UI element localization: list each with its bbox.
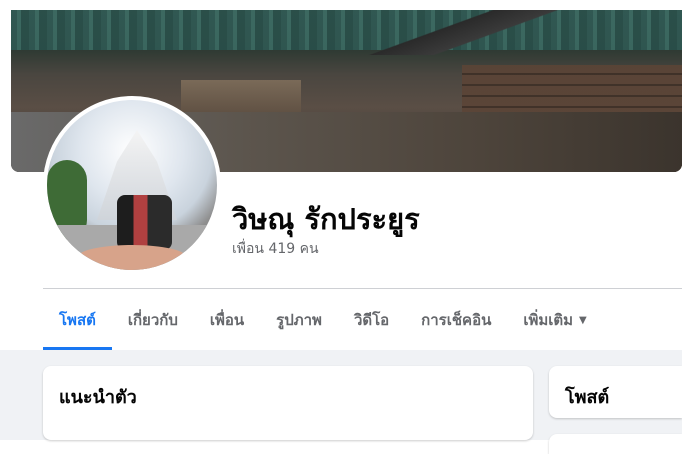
tab-label: การเช็คอิน: [421, 311, 492, 329]
tab-check-ins[interactable]: การเช็คอิน: [405, 290, 507, 350]
profile-name: วิษณุ รักประยูร: [232, 202, 420, 236]
tab-label: เพิ่มเติม: [523, 311, 574, 329]
tab-label: วิดีโอ: [353, 311, 390, 329]
intro-card: แนะนำตัว: [43, 366, 533, 440]
tab-more[interactable]: เพิ่มเติม ▼: [507, 290, 602, 350]
tab-label: รูปภาพ: [276, 311, 322, 329]
profile-tabs: โพสต์ เกี่ยวกับ เพื่อน รูปภาพ วิดีโอ การ…: [43, 290, 603, 350]
tab-videos[interactable]: วิดีโอ: [338, 290, 405, 350]
tab-friends[interactable]: เพื่อน: [194, 290, 260, 350]
tab-about[interactable]: เกี่ยวกับ: [112, 290, 194, 350]
cover-photo-bridge: [362, 10, 562, 55]
tab-posts[interactable]: โพสต์: [43, 290, 112, 350]
avatar-people: [117, 195, 172, 250]
chevron-down-icon: ▼: [579, 314, 587, 326]
tab-photos[interactable]: รูปภาพ: [260, 290, 338, 350]
profile-avatar[interactable]: [43, 96, 221, 274]
profile-content-area: แนะนำตัว โพสต์: [0, 350, 682, 454]
cover-photo-background: [11, 10, 682, 50]
tab-label: เกี่ยวกับ: [127, 311, 178, 329]
posts-filter-card: [549, 434, 682, 454]
posts-card-title: โพสต์: [565, 387, 610, 408]
posts-card: โพสต์: [549, 366, 682, 418]
tab-label: โพสต์: [59, 311, 96, 329]
intro-card-title: แนะนำตัว: [59, 387, 137, 408]
header-divider: [43, 288, 682, 289]
friends-count-link[interactable]: เพื่อน 419 คน: [232, 238, 319, 260]
tab-label: เพื่อน: [209, 311, 245, 329]
avatar-hand: [77, 245, 187, 270]
